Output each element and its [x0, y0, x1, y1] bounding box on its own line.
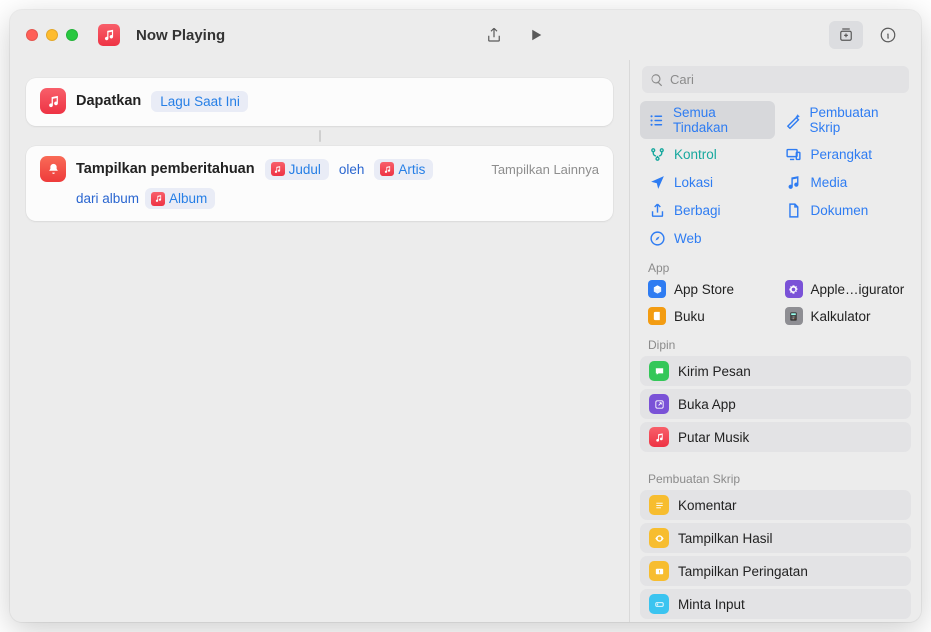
safari-icon [648, 229, 666, 247]
info-panel-button[interactable] [871, 21, 905, 49]
action-title: Tampilkan pemberitahuan [76, 161, 255, 177]
action-show-notification[interactable]: Tampilkan pemberitahuan Judul oleh Artis… [26, 146, 613, 221]
pinned-list: Kirim PesanBuka AppPutar Musik [630, 354, 921, 462]
device-icon [785, 145, 803, 163]
run-button[interactable] [519, 21, 553, 49]
note-icon [785, 173, 803, 191]
search-placeholder: Cari [670, 72, 694, 87]
alert-icon [649, 561, 669, 581]
book-icon [648, 307, 666, 325]
a-icon [648, 280, 666, 298]
action-putar-musik[interactable]: Putar Musik [640, 422, 911, 452]
param-current-song[interactable]: Lagu Saat Ini [151, 91, 248, 112]
library-sidebar: Cari Semua TindakanPembuatan SkripKontro… [629, 60, 921, 622]
branch-icon [648, 145, 666, 163]
window-title: Now Playing [136, 27, 225, 44]
titlebar: Now Playing [10, 10, 921, 60]
wand-icon [785, 111, 802, 129]
app-apple-igurator[interactable]: Apple…igurator [777, 277, 912, 301]
category-perangkat[interactable]: Perangkat [777, 141, 912, 167]
search-field[interactable]: Cari [642, 66, 909, 93]
app-buku[interactable]: Buku [640, 304, 775, 328]
doc-icon [785, 201, 803, 219]
lines-icon [649, 495, 669, 515]
category-lokasi[interactable]: Lokasi [640, 169, 775, 195]
msg-icon [649, 361, 669, 381]
window-controls [26, 29, 78, 41]
action-tampilkan-peringatan[interactable]: Tampilkan Peringatan [640, 556, 911, 586]
category-kontrol[interactable]: Kontrol [640, 141, 775, 167]
section-label-scripting: Pembuatan Skrip [630, 462, 921, 488]
show-more-button[interactable]: Tampilkan Lainnya [491, 162, 599, 177]
category-berbagi[interactable]: Berbagi [640, 197, 775, 223]
music-icon [151, 192, 165, 206]
shareup-icon [648, 201, 666, 219]
category-pembuatan-skrip[interactable]: Pembuatan Skrip [777, 101, 912, 139]
scripting-list: KomentarTampilkan HasilTampilkan Peringa… [630, 488, 921, 622]
music-icon [649, 427, 669, 447]
apps-grid: App StoreApple…iguratorBukuKalkulator [630, 277, 921, 328]
section-label-app: App [630, 251, 921, 277]
music-icon [40, 88, 66, 114]
connector-line [319, 130, 321, 142]
shortcut-app-icon [98, 24, 120, 46]
open-icon [649, 394, 669, 414]
music-icon [271, 162, 285, 176]
calc-icon [785, 307, 803, 325]
action-tampilkan-hasil[interactable]: Tampilkan Hasil [640, 523, 911, 553]
category-web[interactable]: Web [640, 225, 775, 251]
close-window-button[interactable] [26, 29, 38, 41]
app-kalkulator[interactable]: Kalkulator [777, 304, 912, 328]
library-panel-button[interactable] [829, 21, 863, 49]
section-label-pinned: Dipin [630, 328, 921, 354]
separator-text: oleh [339, 162, 365, 177]
nav-icon [648, 173, 666, 191]
workflow-canvas[interactable]: Dapatkan Lagu Saat Ini Tampilkan pemberi… [10, 60, 629, 622]
token-artist[interactable]: Artis [374, 159, 433, 180]
list-icon [648, 111, 665, 129]
action-get-current-song[interactable]: Dapatkan Lagu Saat Ini [26, 78, 613, 126]
action-komentar[interactable]: Komentar [640, 490, 911, 520]
category-grid: Semua TindakanPembuatan SkripKontrolPera… [630, 101, 921, 251]
minimize-window-button[interactable] [46, 29, 58, 41]
category-dokumen[interactable]: Dokumen [777, 197, 912, 223]
action-minta-input[interactable]: Minta Input [640, 589, 911, 619]
bell-icon [40, 156, 66, 182]
zoom-window-button[interactable] [66, 29, 78, 41]
music-icon [380, 162, 394, 176]
category-semua-tindakan[interactable]: Semua Tindakan [640, 101, 775, 139]
app-app-store[interactable]: App Store [640, 277, 775, 301]
action-kirim-pesan[interactable]: Kirim Pesan [640, 356, 911, 386]
action-title: Dapatkan [76, 93, 141, 109]
category-media[interactable]: Media [777, 169, 912, 195]
share-button[interactable] [477, 21, 511, 49]
window: Now Playing Dapatkan Lagu [10, 10, 921, 622]
eye-icon [649, 528, 669, 548]
search-icon [650, 73, 664, 87]
separator-text: dari album [76, 191, 139, 206]
input-icon [649, 594, 669, 614]
gear-icon [785, 280, 803, 298]
token-title[interactable]: Judul [265, 159, 329, 180]
token-album[interactable]: Album [145, 188, 215, 209]
action-buka-app[interactable]: Buka App [640, 389, 911, 419]
